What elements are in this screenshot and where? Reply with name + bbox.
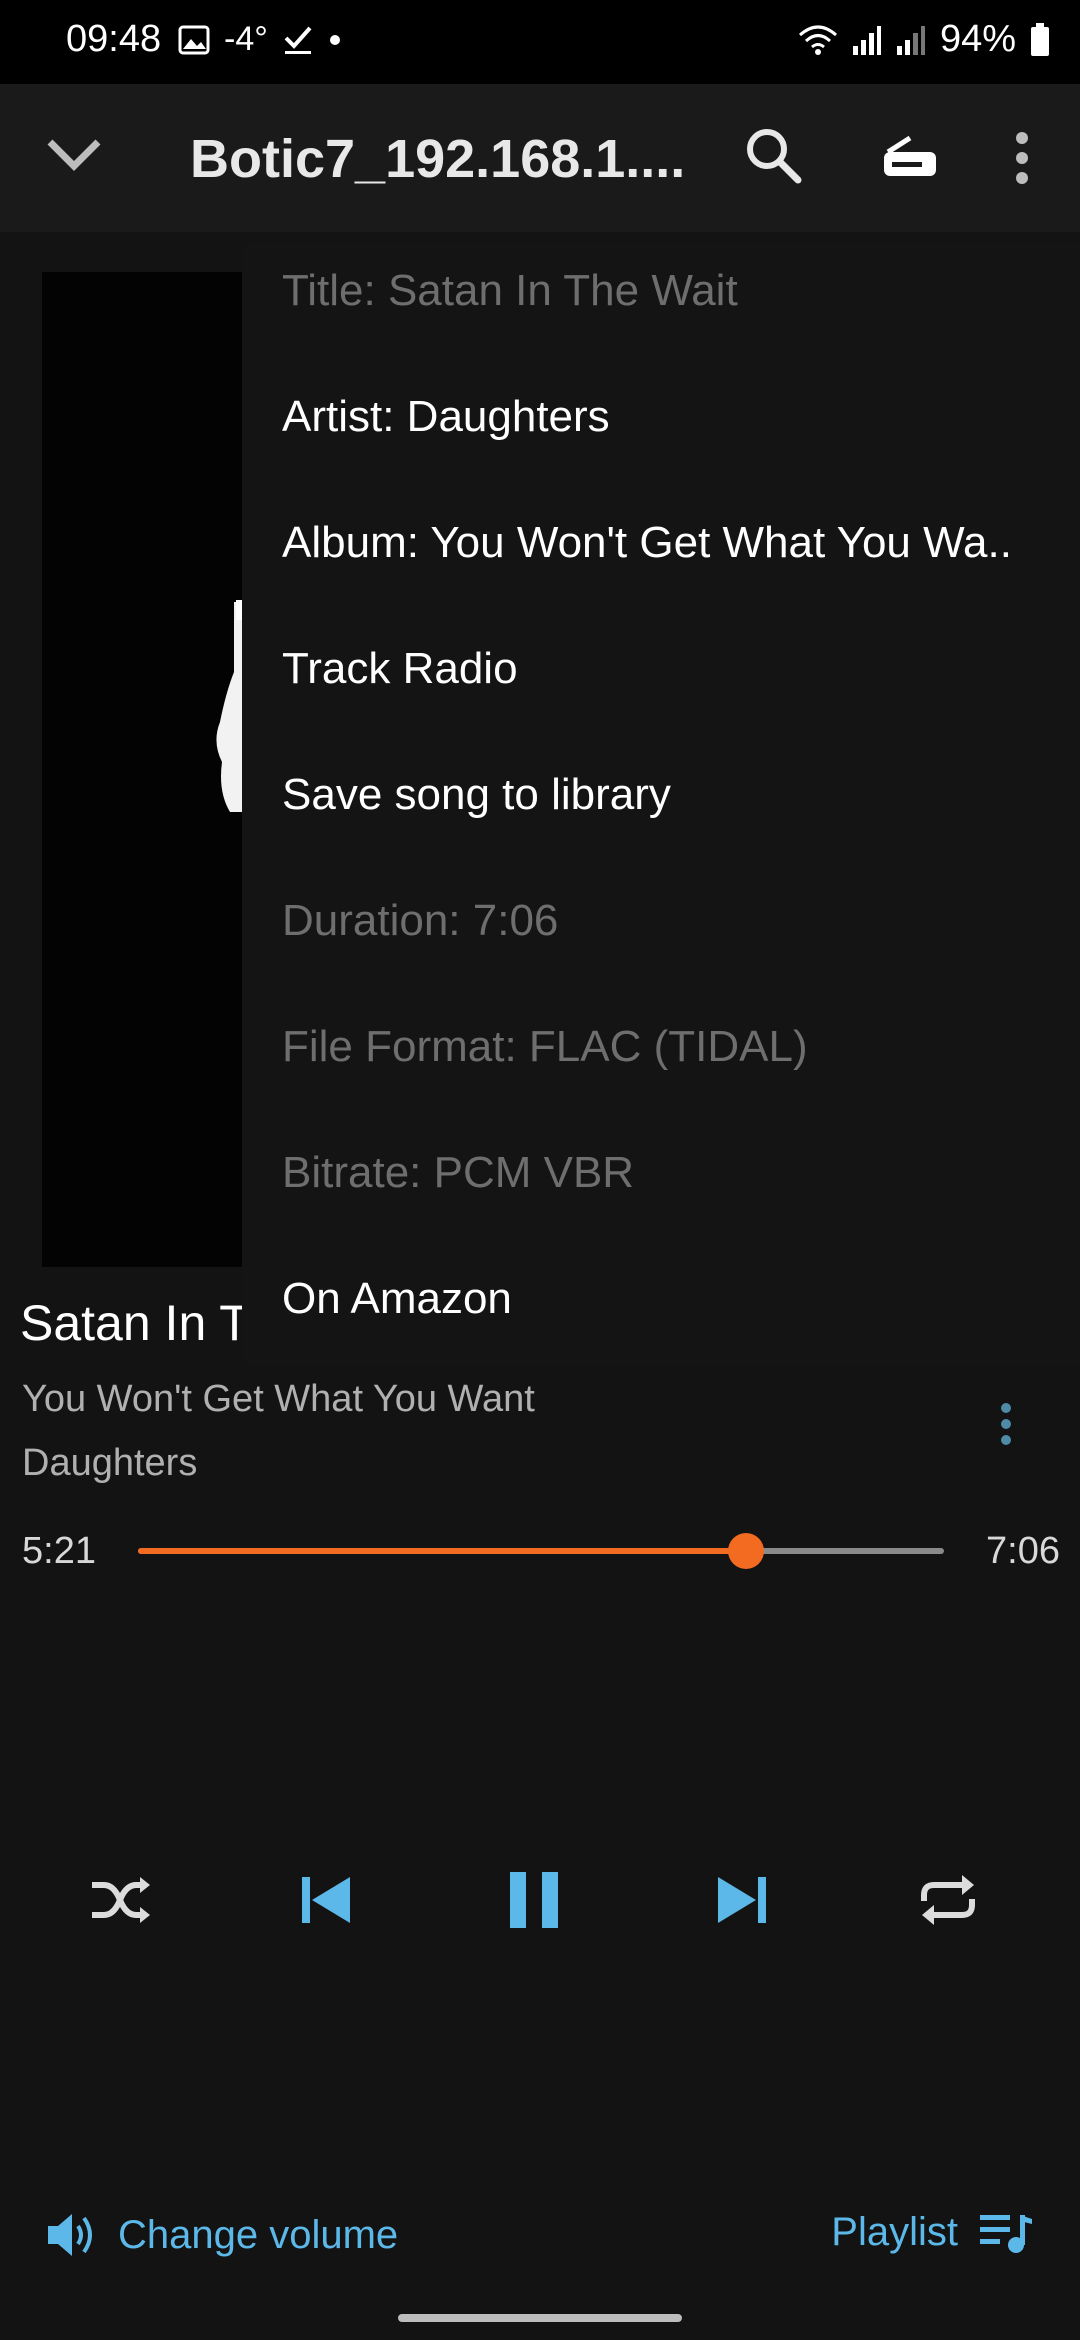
menu-item-file-format: File Format: FLAC (TIDAL) [282,1022,808,1071]
signal-icon [852,25,881,55]
menu-item-artist[interactable]: Artist: Daughters [282,392,610,442]
battery-percent: 94% [939,18,1016,60]
track-title: Satan In T [20,1295,250,1351]
next-button[interactable] [702,1860,782,1940]
playlist-button[interactable]: Playlist [831,2210,1034,2255]
track-album[interactable]: You Won't Get What You Want [22,1378,535,1421]
change-volume-label: Change volume [118,2212,399,2257]
track-options-menu: Title: Satan In The Wait Artist: Daughte… [242,242,1080,1366]
status-bar: 09:48 -4° 94% [0,0,1080,84]
search-icon[interactable] [742,124,804,186]
playlist-icon [980,2214,1032,2253]
check-icon [284,26,312,54]
image-icon [178,25,210,54]
status-left-icons: -4° [178,20,342,59]
total-time: 7:06 [986,1530,1060,1572]
menu-item-save-song[interactable]: Save song to library [282,770,671,820]
toolbar-title: Botic7_192.168.1.... [190,129,686,189]
album-art-figure [216,600,242,812]
menu-item-title: Title: Satan In The Wait [282,266,738,315]
app-toolbar: Botic7_192.168.1.... [0,84,1080,232]
volume-icon [48,2214,92,2256]
seek-bar-thumb[interactable] [727,1533,764,1569]
wifi-icon [798,25,837,55]
pause-icon [510,1872,558,1928]
shuffle-icon [92,1877,150,1923]
status-time: 09:48 [66,18,162,60]
previous-button[interactable] [286,1860,366,1940]
menu-item-on-amazon[interactable]: On Amazon [282,1274,512,1324]
current-time: 5:21 [22,1530,96,1572]
more-vert-icon[interactable] [1012,128,1032,188]
menu-item-track-radio[interactable]: Track Radio [282,644,518,694]
menu-item-bitrate: Bitrate: PCM VBR [282,1148,635,1197]
track-more-icon[interactable] [996,1400,1016,1450]
next-icon [718,1877,766,1923]
device-icon[interactable] [880,134,940,180]
shuffle-button[interactable] [80,1860,160,1940]
repeat-icon [921,1875,975,1925]
seek-bar-progress [138,1548,746,1554]
change-volume-button[interactable]: Change volume [46,2210,398,2260]
signal-icon-2 [896,25,925,55]
playlist-label: Playlist [831,2210,958,2254]
dot-icon [329,34,340,45]
pause-button[interactable] [494,1860,574,1940]
menu-item-duration: Duration: 7:06 [282,896,559,945]
status-temperature: -4° [224,20,268,58]
previous-icon [302,1877,350,1923]
repeat-button[interactable] [908,1860,988,1940]
home-indicator[interactable] [398,2314,682,2322]
battery-icon [1031,22,1049,56]
seek-bar[interactable] [138,1533,944,1569]
album-art [42,272,242,1267]
menu-item-album[interactable]: Album: You Won't Get What You Wa.. [282,518,1012,568]
track-artist[interactable]: Daughters [22,1442,197,1485]
status-right-icons: 94% [798,18,1050,61]
chevron-down-icon[interactable] [44,134,104,174]
